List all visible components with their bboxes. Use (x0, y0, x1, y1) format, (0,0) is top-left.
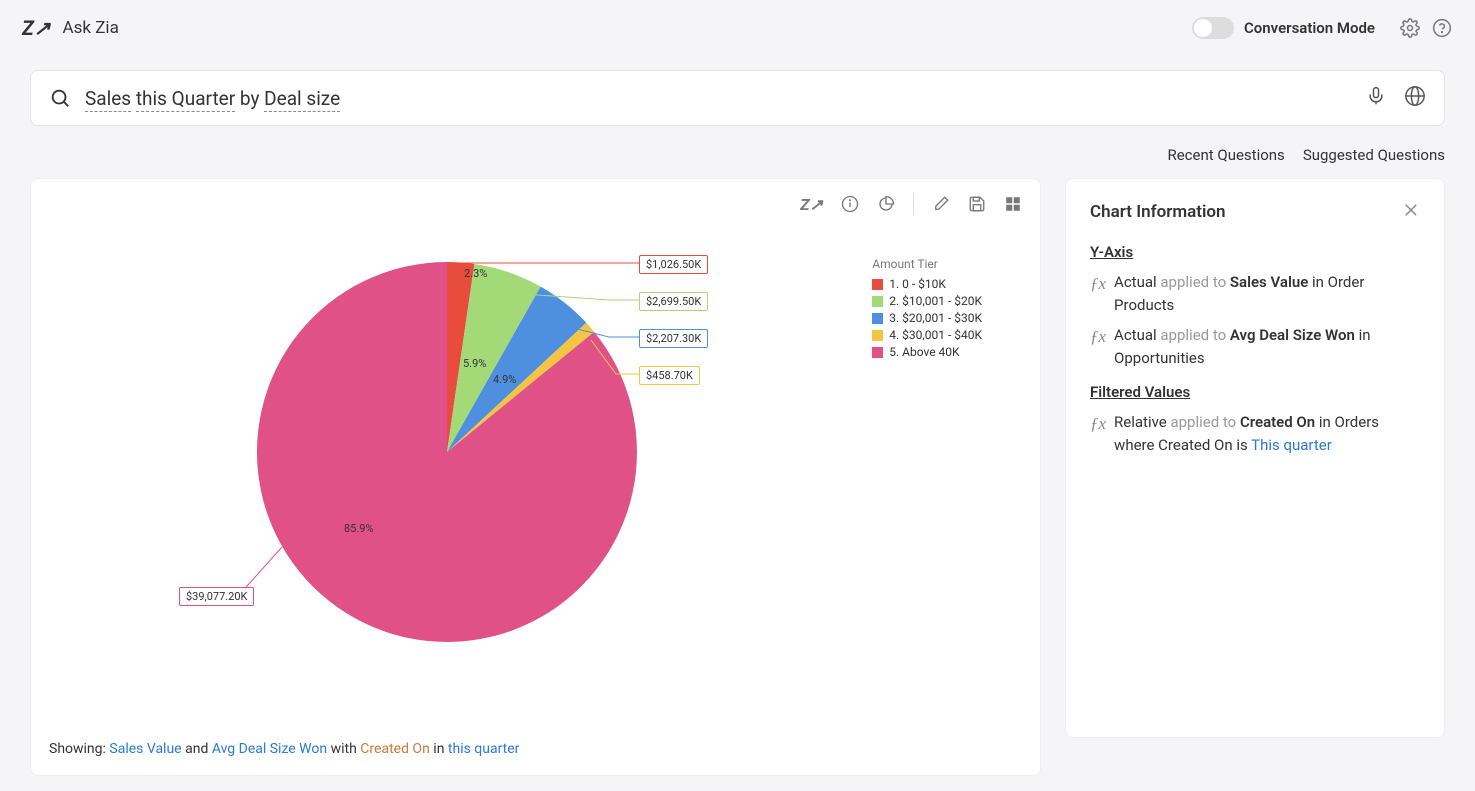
link-avg-deal[interactable]: Avg Deal Size Won (212, 741, 327, 757)
conversation-mode-toggle[interactable] (1192, 17, 1234, 39)
filter-item: ƒx Relative applied to Created On in Ord… (1090, 411, 1420, 456)
callout-5: $39,077.20K (179, 587, 254, 606)
legend: Amount Tier 1. 0 - $10K 2. $10,001 - $20… (872, 257, 982, 362)
recent-questions-link[interactable]: Recent Questions (1167, 146, 1284, 164)
globe-icon[interactable] (1404, 85, 1426, 111)
link-this-quarter[interactable]: this quarter (448, 741, 520, 757)
pie-pct-3: 4.9% (493, 373, 516, 386)
showing-text: Showing: Sales Value and Avg Deal Size W… (49, 741, 519, 757)
fx-icon: ƒx (1090, 411, 1106, 456)
pie-pct-1: 2.3% (464, 267, 487, 280)
pie-chart: 2.3% 5.9% 4.9% 85.9% $1,026.50K $2,699.5… (49, 197, 1022, 687)
callout-3: $2,207.30K (639, 329, 708, 348)
legend-item[interactable]: 1. 0 - $10K (872, 277, 982, 291)
yaxis-item: ƒx Actual applied to Sales Value in Orde… (1090, 271, 1420, 316)
link-sales-value[interactable]: Sales Value (109, 741, 181, 757)
search-query: Sales this Quarter by Deal size (85, 87, 1334, 110)
callout-4: $458.70K (639, 366, 700, 385)
yaxis-item: ƒx Actual applied to Avg Deal Size Won i… (1090, 324, 1420, 369)
conversation-mode-label: Conversation Mode (1244, 19, 1375, 37)
chart-info-title: Chart Information (1090, 202, 1402, 222)
pie-pct-5: 85.9% (344, 522, 374, 535)
legend-item[interactable]: 2. $10,001 - $20K (872, 294, 982, 308)
search-bar[interactable]: Sales this Quarter by Deal size (30, 70, 1445, 126)
app-title: Ask Zia (63, 18, 119, 38)
top-bar: Z​↗ Ask Zia Conversation Mode (0, 0, 1475, 56)
link-created-on[interactable]: Created On (360, 741, 430, 757)
callout-2: $2,699.50K (639, 292, 708, 311)
fx-icon: ƒx (1090, 271, 1106, 316)
filtered-heading: Filtered Values (1090, 383, 1420, 401)
callout-1: $1,026.50K (639, 255, 708, 274)
zia-logo: Z​↗ (22, 16, 51, 40)
legend-item[interactable]: 3. $20,001 - $30K (872, 311, 982, 325)
close-icon[interactable] (1402, 201, 1420, 223)
chart-card: Z↗ (30, 178, 1041, 776)
mic-icon[interactable] (1366, 84, 1386, 112)
question-links: Recent Questions Suggested Questions (0, 126, 1475, 178)
fx-icon: ƒx (1090, 324, 1106, 369)
link-this-quarter-filter[interactable]: This quarter (1251, 436, 1332, 454)
search-icon (49, 87, 71, 109)
legend-title: Amount Tier (872, 257, 982, 271)
legend-item[interactable]: 4. $30,001 - $40K (872, 328, 982, 342)
legend-item[interactable]: 5. Above 40K (872, 345, 982, 359)
gear-icon[interactable] (1399, 17, 1421, 39)
pie-pct-2: 5.9% (463, 357, 486, 370)
suggested-questions-link[interactable]: Suggested Questions (1303, 146, 1445, 164)
yaxis-heading: Y-Axis (1090, 243, 1420, 261)
chart-info-panel: Chart Information Y-Axis ƒx Actual appli… (1065, 178, 1445, 738)
help-icon[interactable] (1431, 17, 1453, 39)
